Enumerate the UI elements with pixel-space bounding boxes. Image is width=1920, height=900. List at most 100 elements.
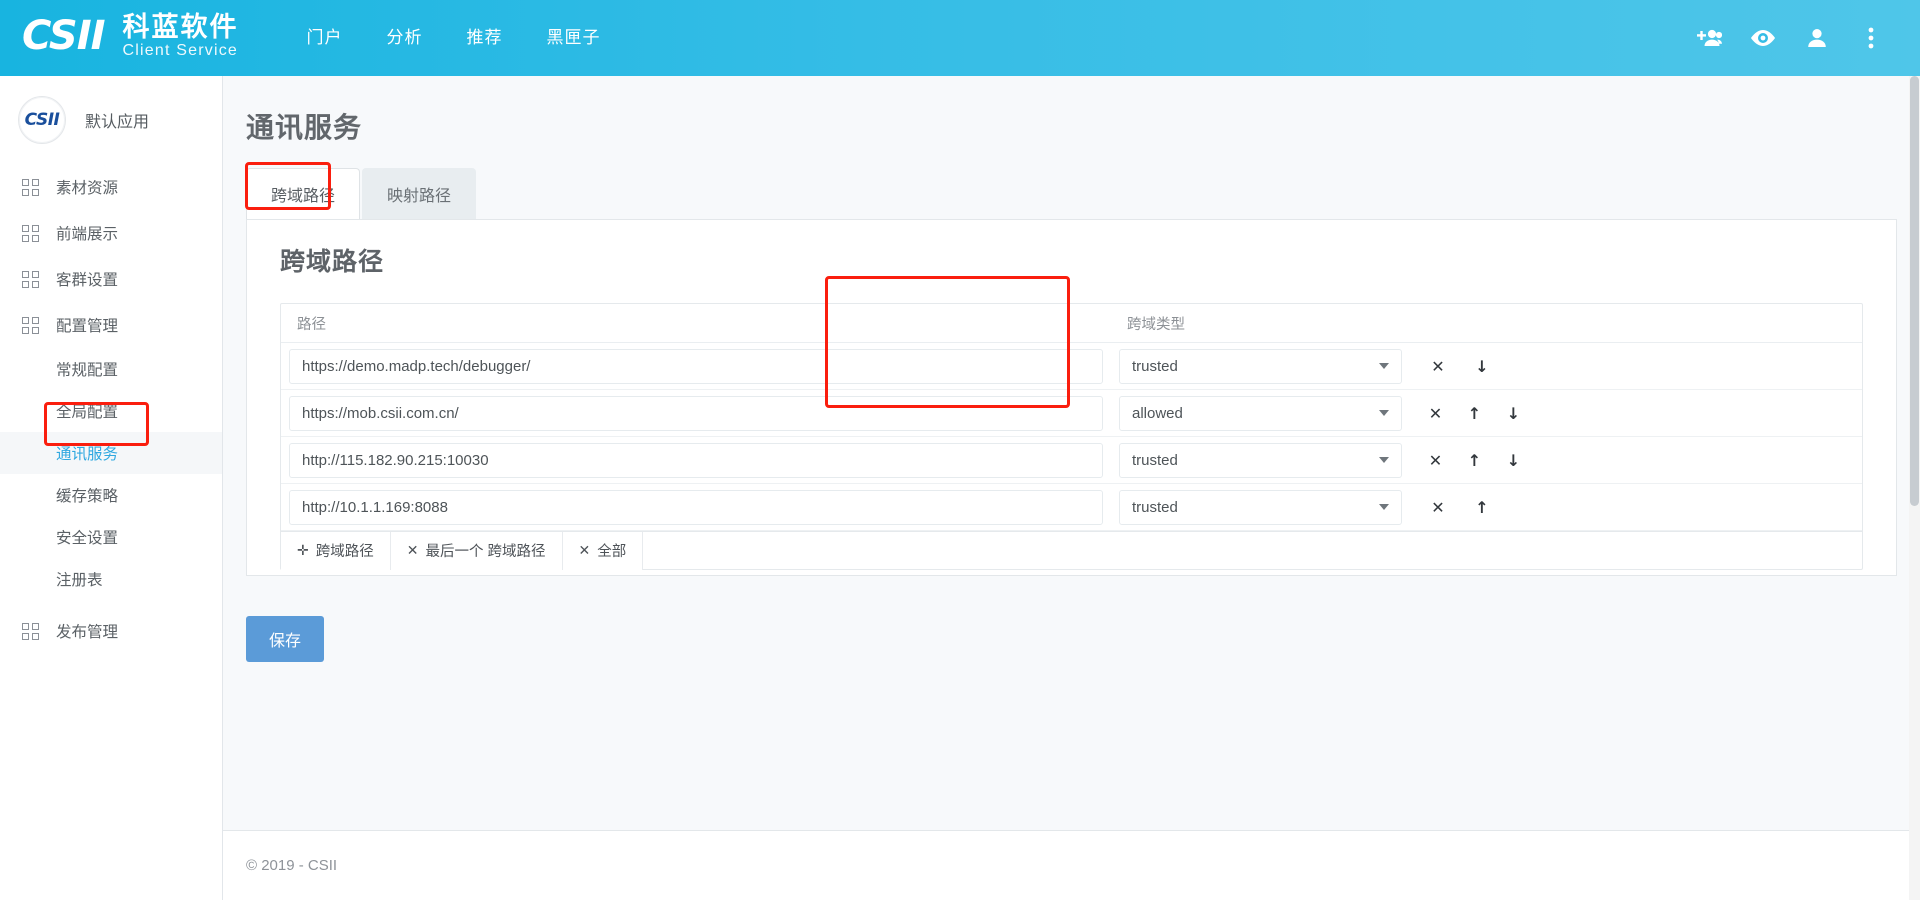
top-nav: 门户 分析 推荐 黑匣子 [285, 0, 623, 76]
row-actions: ✕ ↑ ↓ [1410, 443, 1545, 477]
move-up-button[interactable]: ↑ [1464, 490, 1500, 524]
table-row: trusted ✕ ↓ [281, 343, 1862, 390]
table-header-row: 路径 跨域类型 [281, 304, 1862, 343]
sidebar-item-customer-group-settings[interactable]: 客群设置 [0, 256, 222, 302]
top-nav-item-analysis[interactable]: 分析 [365, 0, 445, 76]
sidebar-item-communication-service[interactable]: 通讯服务 [0, 432, 222, 474]
add-cross-domain-path-button[interactable]: ✛ 跨域路径 [281, 531, 391, 570]
sidebar-item-cache-policy[interactable]: 缓存策略 [0, 474, 222, 516]
selected-value: trusted [1132, 357, 1178, 375]
cross-domain-type-select[interactable]: trusted [1119, 348, 1402, 384]
path-input[interactable] [289, 348, 1103, 384]
vertical-scrollbar[interactable] [1909, 76, 1920, 900]
grid-icon [22, 224, 39, 242]
close-icon: ✕ [406, 542, 419, 559]
app-name-label: 默认应用 [85, 114, 150, 131]
sidebar-nav: 素材资源 前端展示 客群设置 配置管理 常规配置 全局配置 通讯服务 缓存策略 … [0, 164, 222, 654]
brand-name-cn: 科蓝软件 [122, 11, 239, 42]
grid-icon [22, 622, 39, 640]
sidebar-item-label: 前端展示 [56, 226, 119, 243]
top-header-bar: CSII 科蓝软件 Client Service 门户 分析 推荐 黑匣子 [0, 0, 1920, 76]
sidebar-item-frontend-display[interactable]: 前端展示 [0, 210, 222, 256]
cross-domain-path-table: 路径 跨域类型 trusted [280, 303, 1863, 570]
sidebar-subitem-label: 安全设置 [56, 530, 119, 547]
table-row: trusted ✕ ↑ [281, 484, 1862, 531]
table-toolbar: ✛ 跨域路径 ✕ 最后一个 跨域路径 ✕ 全部 [281, 531, 1862, 570]
app-avatar: CSII [18, 96, 66, 144]
chevron-down-icon [1379, 457, 1389, 463]
row-actions: ✕ ↑ [1410, 490, 1545, 524]
cross-domain-type-select[interactable]: trusted [1119, 442, 1402, 478]
selected-value: trusted [1132, 451, 1178, 469]
delete-row-button[interactable]: ✕ [1420, 490, 1456, 524]
remove-all-button[interactable]: ✕ 全部 [562, 531, 644, 570]
grid-icon [22, 270, 39, 288]
cross-domain-path-panel: 跨域路径 路径 跨域类型 trusted [246, 219, 1897, 576]
sidebar-item-registry[interactable]: 注册表 [0, 558, 222, 600]
brand-name-en: Client Service [122, 41, 239, 59]
sidebar-item-config-management[interactable]: 配置管理 [0, 302, 222, 348]
scrollbar-thumb[interactable] [1910, 76, 1919, 506]
delete-row-button[interactable]: ✕ [1420, 349, 1456, 383]
move-up-button[interactable]: ↑ [1459, 396, 1490, 430]
sidebar-item-label: 发布管理 [56, 624, 119, 641]
move-up-button[interactable]: ↑ [1459, 443, 1490, 477]
column-header-path: 路径 [297, 316, 326, 333]
sidebar-item-security-settings[interactable]: 安全设置 [0, 516, 222, 558]
sidebar-item-label: 客群设置 [56, 272, 119, 289]
sidebar-item-general-config[interactable]: 常规配置 [0, 348, 222, 390]
tab-mapping-path[interactable]: 映射路径 [362, 168, 477, 219]
save-button[interactable]: 保存 [246, 616, 325, 662]
sidebar-item-publish-management[interactable]: 发布管理 [0, 608, 222, 654]
cross-domain-type-select[interactable]: allowed [1119, 395, 1402, 431]
top-nav-item-recommend[interactable]: 推荐 [445, 0, 525, 76]
table-row: trusted ✕ ↑ ↓ [281, 437, 1862, 484]
add-group-icon[interactable] [1682, 11, 1736, 65]
move-down-button[interactable]: ↓ [1498, 396, 1529, 430]
person-icon[interactable] [1790, 11, 1844, 65]
path-input[interactable] [289, 489, 1103, 525]
sidebar-subitem-label: 注册表 [56, 572, 103, 589]
copyright-text: © 2019 - CSII [246, 857, 338, 874]
sidebar-subitem-label: 全局配置 [56, 404, 119, 421]
page-title: 通讯服务 [246, 112, 363, 143]
plus-icon: ✛ [297, 542, 309, 559]
sidebar-item-global-config[interactable]: 全局配置 [0, 390, 222, 432]
table-row: allowed ✕ ↑ ↓ [281, 390, 1862, 437]
sidebar: CSII 默认应用 素材资源 前端展示 客群设置 配置管理 常规配置 全局配置 … [0, 76, 223, 900]
cross-domain-type-select[interactable]: trusted [1119, 489, 1402, 525]
sidebar-subitem-label: 缓存策略 [56, 488, 119, 505]
button-label: 最后一个 跨域路径 [425, 544, 546, 560]
row-actions: ✕ ↑ ↓ [1410, 396, 1545, 430]
move-down-button[interactable]: ↓ [1464, 349, 1500, 383]
eye-icon[interactable] [1736, 11, 1790, 65]
close-icon: ✕ [578, 542, 591, 559]
top-nav-item-portal[interactable]: 门户 [285, 0, 365, 76]
path-input[interactable] [289, 442, 1103, 478]
delete-row-button[interactable]: ✕ [1420, 396, 1451, 430]
chevron-down-icon [1379, 504, 1389, 510]
csii-logo: CSII [22, 13, 106, 59]
sidebar-item-label: 素材资源 [56, 180, 119, 197]
button-label: 全部 [597, 544, 627, 560]
path-input[interactable] [289, 395, 1103, 431]
button-label: 跨域路径 [315, 544, 374, 560]
chevron-down-icon [1379, 410, 1389, 416]
row-actions: ✕ ↓ [1410, 349, 1545, 383]
tab-bar: 跨域路径 映射路径 [246, 168, 1920, 219]
panel-title: 跨域路径 [280, 248, 385, 276]
top-nav-item-blackbox[interactable]: 黑匣子 [525, 0, 623, 76]
selected-value: trusted [1132, 498, 1178, 516]
brand-logo-group: CSII 科蓝软件 Client Service [22, 0, 239, 76]
more-vertical-icon[interactable] [1844, 11, 1898, 65]
remove-last-cross-domain-path-button[interactable]: ✕ 最后一个 跨域路径 [390, 531, 563, 570]
grid-icon [22, 178, 39, 196]
chevron-down-icon [1379, 363, 1389, 369]
tab-cross-domain-path[interactable]: 跨域路径 [246, 168, 361, 219]
move-down-button[interactable]: ↓ [1498, 443, 1529, 477]
tabs-container: 跨域路径 映射路径 [223, 162, 1920, 219]
delete-row-button[interactable]: ✕ [1420, 443, 1451, 477]
sidebar-item-material-resources[interactable]: 素材资源 [0, 164, 222, 210]
sidebar-subitem-label: 通讯服务 [56, 446, 119, 463]
top-icon-group [1682, 11, 1920, 65]
